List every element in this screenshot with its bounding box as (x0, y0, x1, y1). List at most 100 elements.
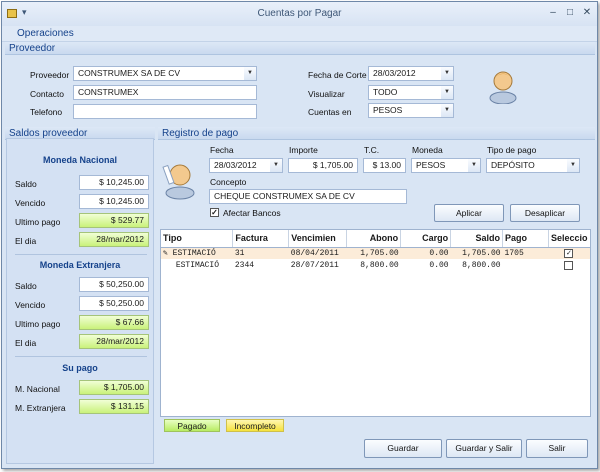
importe-field[interactable]: $ 1,705.00 (288, 158, 358, 173)
proveedor-header: Proveedor (5, 42, 595, 55)
me-ultimo-pago-label: Ultimo pago (15, 319, 61, 329)
col-vencimiento-header[interactable]: Vencimien (288, 230, 348, 248)
su-pago-nacional-label: M. Nacional (15, 384, 60, 394)
chevron-down-icon[interactable]: ▼ (468, 159, 480, 172)
proveedor-combo[interactable]: CONSTRUMEX SA DE CV ▼ (73, 66, 257, 81)
guardar-y-salir-button[interactable]: Guardar y Salir (446, 439, 522, 458)
cell-saldo: 1,705.00 (450, 247, 503, 259)
col-saldo-header[interactable]: Saldo (450, 230, 504, 248)
cell-tipo: ✎ ESTIMACIÓ (161, 247, 233, 259)
tipo-pago-combo[interactable]: DEPÓSITO ▼ (486, 158, 580, 173)
cell-abono: 1,705.00 (346, 247, 401, 259)
legend-pagado: Pagado (164, 419, 220, 432)
col-pago-header[interactable]: Pago (502, 230, 549, 248)
moneda-combo[interactable]: PESOS ▼ (411, 158, 481, 173)
mn-saldo-label: Saldo (15, 179, 37, 189)
proveedor-value: CONSTRUMEX SA DE CV (78, 68, 181, 78)
fecha-corte-value: 28/03/2012 (373, 68, 416, 78)
window-title: Cuentas por Pagar (257, 8, 342, 19)
payment-user-icon (162, 164, 195, 200)
facturas-grid: Tipo Factura Vencimien Abono Cargo Saldo… (160, 229, 591, 417)
chevron-down-icon[interactable]: ▼ (567, 159, 579, 172)
guardar-button[interactable]: Guardar (364, 439, 442, 458)
visualizar-combo[interactable]: TODO ▼ (368, 85, 454, 100)
moneda-extranjera-title: Moneda Extranjera (39, 260, 121, 270)
cuentas-en-combo[interactable]: PESOS ▼ (368, 103, 454, 118)
fecha-picker[interactable]: 28/03/2012 ▼ (209, 158, 283, 173)
cell-tipo-text: ESTIMACIÓ (172, 249, 216, 259)
telefono-field[interactable] (73, 104, 257, 119)
facturas-table: Tipo Factura Vencimien Abono Cargo Saldo… (161, 230, 590, 271)
afectar-bancos-checkbox[interactable]: ✓ (210, 208, 219, 217)
concepto-field[interactable]: CHEQUE CONSTRUMEX SA DE CV (209, 189, 407, 204)
menu-operaciones[interactable]: Operaciones (17, 28, 74, 39)
me-vencido-field: $ 50,250.00 (79, 296, 149, 311)
col-factura-header[interactable]: Factura (232, 230, 290, 248)
tipo-pago-value: DEPÓSITO (491, 160, 535, 170)
divider (15, 254, 147, 255)
fecha-corte-picker[interactable]: 28/03/2012 ▼ (368, 66, 454, 81)
cell-abono: 8,800.00 (360, 260, 399, 270)
fecha-label: Fecha (210, 145, 234, 155)
tc-label: T.C. (364, 145, 380, 155)
cuentas-en-value: PESOS (373, 105, 403, 115)
desaplicar-button[interactable]: Desaplicar (510, 204, 580, 222)
cell-seleccion (548, 259, 590, 271)
cell-saldo: 8,800.00 (462, 260, 501, 270)
me-el-dia-label: El dia (15, 338, 37, 348)
cell-seleccion: ✓ (548, 247, 590, 259)
moneda-nacional-title: Moneda Nacional (42, 155, 117, 165)
chevron-down-icon[interactable]: ▼ (441, 67, 453, 80)
cell-vencimiento: 28/07/2011 (290, 260, 339, 270)
title-bar: ▾ Cuentas por Pagar – □ ✕ (2, 2, 597, 26)
cell-factura: 2344 (234, 260, 255, 270)
edit-pencil-icon: ✎ (163, 249, 168, 259)
mn-ultimo-pago-label: Ultimo pago (15, 217, 61, 227)
col-cargo-header[interactable]: Cargo (400, 230, 452, 248)
registro-header: Registro de pago (158, 127, 595, 140)
me-ultimo-pago-field: $ 67.66 (79, 315, 149, 330)
me-el-dia-field: 28/mar/2012 (79, 334, 149, 349)
chevron-down-icon[interactable]: ▼ (441, 104, 453, 117)
fecha-value: 28/03/2012 (214, 160, 257, 170)
aplicar-button[interactable]: Aplicar (434, 204, 504, 222)
chevron-down-icon[interactable]: ▼ (270, 159, 282, 172)
afectar-bancos-label: Afectar Bancos (223, 208, 281, 218)
su-pago-title: Su pago (62, 363, 98, 373)
me-vencido-label: Vencido (15, 300, 46, 310)
cell-pago[interactable]: 1705 (502, 247, 549, 259)
cell-tipo: ESTIMACIÓ (161, 259, 233, 271)
user-avatar-icon (489, 71, 517, 104)
moneda-label: Moneda (412, 145, 443, 155)
table-header-row: Tipo Factura Vencimien Abono Cargo Saldo… (161, 230, 590, 248)
col-abono-header[interactable]: Abono (346, 230, 402, 248)
chevron-down-icon[interactable]: ▼ (441, 86, 453, 99)
minimize-icon[interactable]: – (545, 6, 561, 20)
su-pago-extranjera-label: M. Extranjera (15, 403, 66, 413)
contacto-field[interactable]: CONSTRUMEX (73, 85, 257, 100)
cell-cargo: 0.00 (429, 260, 449, 270)
row-select-checkbox[interactable]: ✓ (564, 248, 574, 258)
su-pago-extranjera-field: $ 131.15 (79, 399, 149, 414)
tipo-pago-label: Tipo de pago (487, 145, 537, 155)
me-saldo-label: Saldo (15, 281, 37, 291)
table-row[interactable]: ESTIMACIÓ 2344 28/07/2011 8,800.00 0.00 … (161, 259, 590, 271)
maximize-icon[interactable]: □ (562, 6, 578, 20)
contacto-label: Contacto (30, 89, 65, 99)
close-icon[interactable]: ✕ (579, 6, 595, 20)
su-pago-nacional-field: $ 1,705.00 (79, 380, 149, 395)
salir-button[interactable]: Salir (526, 439, 588, 458)
col-tipo-header[interactable]: Tipo (161, 230, 234, 248)
divider (15, 356, 147, 357)
mn-ultimo-pago-field: $ 529.77 (79, 213, 149, 228)
mn-vencido-field: $ 10,245.00 (79, 194, 149, 209)
tc-field[interactable]: $ 13.00 (363, 158, 406, 173)
cell-pago[interactable] (503, 259, 549, 271)
cell-cargo: 0.00 (400, 247, 451, 259)
chevron-down-icon[interactable]: ▼ (244, 67, 256, 80)
mn-el-dia-field: 28/mar/2012 (79, 232, 149, 247)
col-seleccion-header[interactable]: Seleccio (548, 230, 590, 248)
row-select-checkbox[interactable] (564, 260, 574, 270)
table-row[interactable]: ✎ ESTIMACIÓ 31 08/04/2011 1,705.00 0.00 … (161, 247, 590, 259)
cell-factura: 31 (232, 247, 289, 259)
